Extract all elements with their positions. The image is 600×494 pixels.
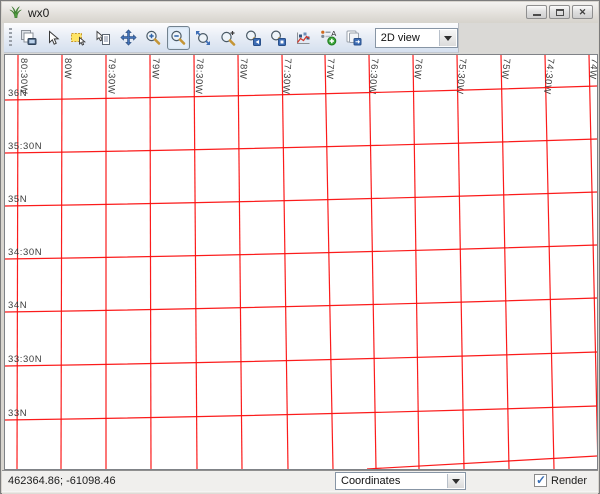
- statusbar: 462364.86; -61098.46 Coordinates Render: [2, 470, 598, 492]
- svg-text:76:30W: 76:30W: [366, 58, 380, 95]
- add-overlay-icon: A: [320, 29, 337, 46]
- tool-pointer[interactable]: [42, 26, 65, 50]
- svg-text:78W: 78W: [237, 58, 249, 80]
- svg-text:33N: 33N: [8, 408, 27, 419]
- maximize-button[interactable]: [549, 5, 570, 19]
- svg-text:36N: 36N: [8, 88, 27, 99]
- tool-zoom-out[interactable]: [167, 26, 190, 50]
- zoom-back-icon: [245, 30, 261, 46]
- svg-text:74:30W: 74:30W: [541, 58, 556, 95]
- grass-gis-icon: [8, 5, 23, 20]
- render-checkbox[interactable]: [534, 474, 547, 487]
- tool-zoom-extent[interactable]: [192, 26, 215, 50]
- tool-add-overlay[interactable]: A: [317, 26, 340, 50]
- render-toggle[interactable]: Render: [534, 474, 587, 487]
- tool-pan[interactable]: [117, 26, 140, 50]
- zoom-out-icon: [170, 30, 186, 46]
- chevron-down-icon[interactable]: [439, 30, 456, 46]
- pan-icon: [120, 29, 137, 46]
- query-icon: [95, 30, 111, 46]
- svg-text:75:30W: 75:30W: [454, 58, 468, 95]
- minimize-button[interactable]: [526, 5, 547, 19]
- map-canvas[interactable]: 80:30W80W79:30W79W78:30W78W77:30W77W76:3…: [4, 54, 598, 470]
- svg-text:33:30N: 33:30N: [8, 354, 42, 365]
- display-map-icon: [20, 29, 37, 46]
- coordinate-readout: 462364.86; -61098.46: [8, 475, 116, 487]
- svg-text:77W: 77W: [324, 58, 336, 80]
- tool-save-display[interactable]: [342, 26, 365, 50]
- svg-text:77:30W: 77:30W: [280, 58, 293, 95]
- analyze-chart-icon: [295, 30, 311, 46]
- svg-text:79:30W: 79:30W: [105, 58, 117, 95]
- zoom-in-icon: [145, 30, 161, 46]
- view-mode-select[interactable]: 2D view: [375, 28, 458, 48]
- statusbar-mode-select[interactable]: Coordinates: [335, 472, 466, 490]
- tool-zoom-menu[interactable]: [267, 26, 290, 50]
- tool-query[interactable]: [92, 26, 115, 50]
- tool-zoom-region[interactable]: [217, 26, 240, 50]
- tool-zoom-in[interactable]: [142, 26, 165, 50]
- titlebar[interactable]: wx0 ✕: [2, 2, 598, 24]
- toolbar-grip[interactable]: [9, 28, 12, 48]
- close-button[interactable]: ✕: [572, 5, 593, 19]
- statusbar-mode-value: Coordinates: [341, 475, 400, 487]
- svg-text:74W: 74W: [586, 58, 597, 81]
- svg-text:35N: 35N: [8, 194, 27, 205]
- window-title: wx0: [28, 6, 49, 20]
- map-toolbar: A 2D view: [4, 23, 459, 53]
- close-icon: ✕: [579, 8, 587, 17]
- svg-text:78:30W: 78:30W: [193, 58, 205, 95]
- svg-text:34:30N: 34:30N: [8, 247, 42, 258]
- svg-text:79W: 79W: [149, 58, 161, 80]
- svg-text:34N: 34N: [8, 300, 27, 311]
- minimize-icon: [533, 14, 541, 16]
- app-window: wx0 ✕: [0, 0, 600, 494]
- tool-zoom-back[interactable]: [242, 26, 265, 50]
- pointer-icon: [45, 30, 61, 46]
- select-region-icon: [70, 30, 86, 46]
- tool-select[interactable]: [67, 26, 90, 50]
- render-checkbox-label: Render: [551, 475, 587, 487]
- save-display-icon: [345, 29, 362, 46]
- tool-analyze[interactable]: [292, 26, 315, 50]
- view-mode-value: 2D view: [381, 32, 420, 44]
- tool-display-map[interactable]: [17, 26, 40, 50]
- svg-text:75W: 75W: [499, 58, 512, 80]
- toolbar-strip: A 2D view: [2, 23, 598, 54]
- maximize-icon: [556, 9, 564, 16]
- svg-text:80W: 80W: [62, 58, 73, 79]
- svg-text:76W: 76W: [411, 58, 424, 80]
- zoom-region-icon: [220, 30, 236, 46]
- zoom-extent-icon: [195, 30, 211, 46]
- svg-text:35:30N: 35:30N: [8, 141, 42, 152]
- graticule-grid: 80:30W80W79:30W79W78:30W78W77:30W77W76:3…: [5, 55, 597, 469]
- zoom-menu-icon: [270, 30, 286, 46]
- chevron-down-icon[interactable]: [447, 474, 464, 488]
